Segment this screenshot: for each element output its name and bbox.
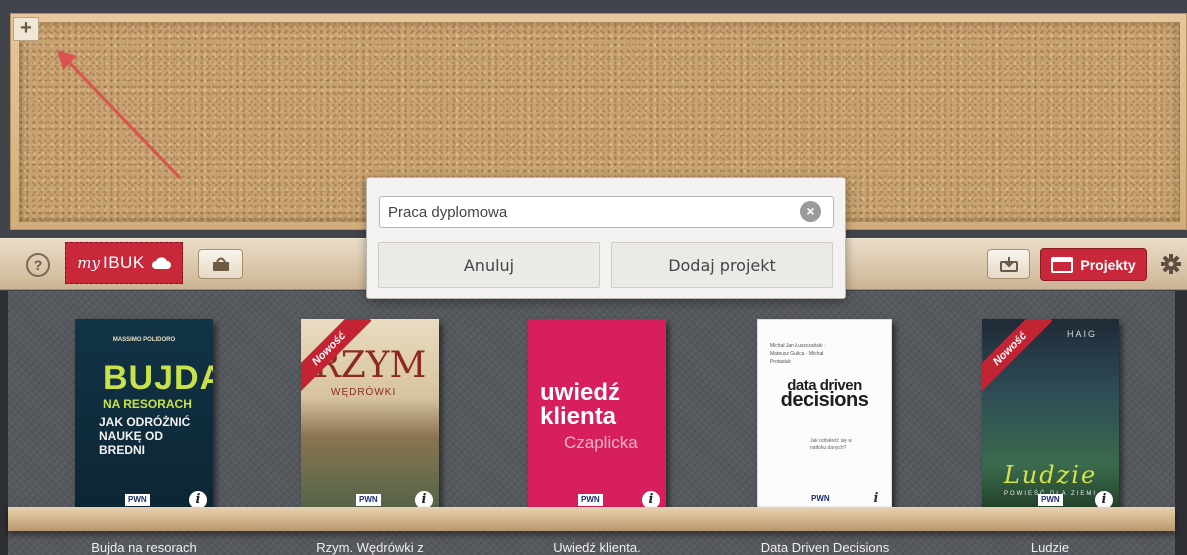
shelf-side-left: [0, 291, 8, 555]
cover-question: Jak odnaleźć się w natłoku danych?: [810, 438, 852, 451]
add-project-button[interactable]: +: [13, 17, 39, 41]
clear-icon[interactable]: ×: [800, 201, 821, 222]
cloud-icon: [151, 257, 171, 269]
projects-button[interactable]: Projekty: [1040, 248, 1147, 281]
shelf-board: [8, 507, 1175, 531]
download-icon: [999, 257, 1018, 272]
cover-title: Ludzie: [1003, 461, 1098, 489]
cover-title: uwiedź klienta: [540, 379, 621, 430]
cover-title: data driven decisions: [758, 378, 891, 411]
gear-icon[interactable]: [1160, 253, 1182, 275]
annotation-arrow-icon: [57, 50, 182, 180]
shelf-side-right: [1175, 291, 1187, 555]
book-title-label[interactable]: Bujda na resorach: [59, 540, 229, 555]
cover-author: HAIG: [1066, 329, 1097, 339]
new-ribbon-badge: Nowość: [982, 319, 1053, 392]
add-project-submit-button[interactable]: Dodaj projekt: [611, 242, 833, 288]
cover-title: BUJDA: [103, 359, 213, 397]
cover-subtitle: WĘDRÓWKI: [331, 387, 397, 398]
new-project-dialog: × Anuluj Dodaj projekt: [366, 177, 846, 299]
cover-tagline: JAK ODRÓŻNIĆ NAUKĘ OD BREDNI: [99, 415, 191, 457]
help-icon: ?: [33, 257, 43, 273]
cover-author: Czaplicka: [564, 433, 638, 452]
basket-button[interactable]: [198, 249, 243, 279]
project-name-input[interactable]: [379, 196, 834, 228]
publisher-logo: PWN: [808, 493, 833, 505]
cover-author: MASSIMO POLIDORO: [112, 337, 176, 343]
cover-title-line2: decisions: [780, 389, 869, 411]
info-icon[interactable]: i: [867, 490, 885, 508]
book-title-label[interactable]: Data Driven Decisions: [740, 540, 910, 555]
publisher-logo: PWN: [125, 494, 150, 506]
book-cover-rzym[interactable]: RZYM WĘDRÓWKI Nowość PWN i: [301, 319, 439, 515]
myibuk-button[interactable]: my IBUK: [65, 242, 183, 284]
plus-icon: +: [20, 17, 32, 39]
myibuk-logo-ibuk: IBUK: [103, 253, 145, 272]
book-cover-ludzie[interactable]: HAIG Ludzie POWIEŚĆ DLA ZIEMI Nowość PWN…: [982, 319, 1119, 515]
book-title-label[interactable]: Ludzie: [965, 540, 1135, 555]
book-cover-data-driven-decisions[interactable]: Michał Jan Łuszczański · Mateusz Gulica …: [757, 319, 892, 515]
publisher-logo: PWN: [1038, 494, 1063, 506]
book-cover-bujda[interactable]: MASSIMO POLIDORO BUJDA NA RESORACH JAK O…: [75, 319, 213, 515]
help-button[interactable]: ?: [26, 253, 50, 277]
projects-icon: [1051, 256, 1074, 273]
cover-author: Michał Jan Łuszczański · Mateusz Gulica …: [770, 343, 826, 365]
publisher-logo: PWN: [356, 494, 381, 506]
book-cover-uwiedz-klienta[interactable]: uwiedź klienta Czaplicka PWN i: [528, 319, 666, 515]
myibuk-logo-my: my: [77, 254, 100, 272]
cover-subtitle: NA RESORACH: [103, 397, 192, 411]
projects-label: Projekty: [1080, 256, 1136, 273]
book-title-label[interactable]: Rzym. Wędrówki z: [285, 540, 455, 555]
cancel-button[interactable]: Anuluj: [378, 242, 600, 288]
publisher-logo: PWN: [578, 494, 603, 506]
app-window: + ? my IBUK Projekty MASSIMO POLIDORO BU…: [0, 0, 1187, 555]
download-button[interactable]: [987, 249, 1030, 279]
book-title-label[interactable]: Uwiedź klienta.: [512, 540, 682, 555]
basket-icon: [212, 257, 229, 271]
